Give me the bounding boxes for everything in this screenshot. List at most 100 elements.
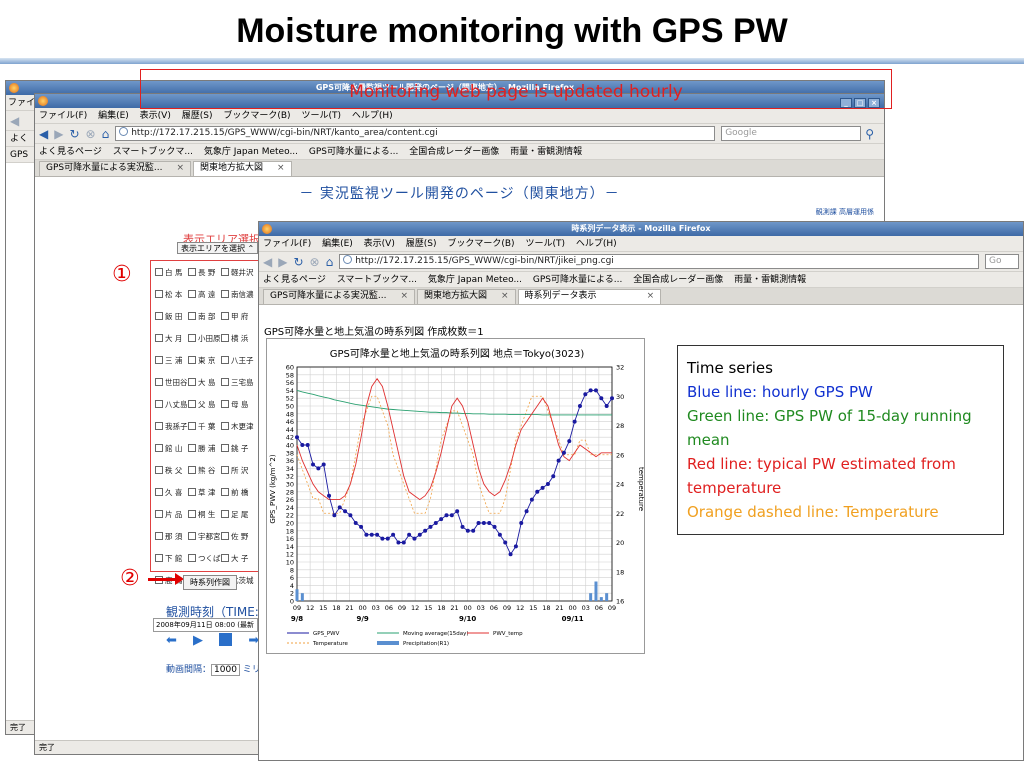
- menu-item[interactable]: ファイル(F): [39, 111, 87, 121]
- station-checkbox[interactable]: 千 葉: [188, 421, 221, 432]
- bookmark-item[interactable]: 雨量・雷観測情報: [510, 147, 582, 157]
- menu-item[interactable]: 編集(E): [322, 239, 353, 249]
- observation-time-select[interactable]: 2008年09月11日 08:00 (最新: [153, 618, 258, 632]
- station-checkbox[interactable]: 大 月: [155, 333, 188, 344]
- station-checkbox[interactable]: 軽井沢: [221, 267, 254, 278]
- station-checkbox[interactable]: 南 部: [188, 311, 221, 322]
- url-bar[interactable]: http://172.17.215.15/GPS_WWW/cgi-bin/NRT…: [115, 126, 716, 141]
- station-checkbox[interactable]: 松 本: [155, 289, 188, 300]
- station-checkbox[interactable]: 足 尾: [221, 509, 254, 520]
- station-checkbox[interactable]: 館 山: [155, 443, 188, 454]
- bookmark-item[interactable]: GPS可降水量による...: [533, 275, 622, 285]
- station-checkbox[interactable]: 勝 浦: [188, 443, 221, 454]
- station-checkbox[interactable]: 銚 子: [221, 443, 254, 454]
- station-checkbox[interactable]: 草 津: [188, 487, 221, 498]
- station-checkbox[interactable]: 前 橋: [221, 487, 254, 498]
- menu-item[interactable]: ヘルプ(H): [576, 239, 617, 249]
- station-checkbox[interactable]: 木更津: [221, 421, 254, 432]
- station-checkbox[interactable]: 秩 父: [155, 465, 188, 476]
- forward-arrow-icon[interactable]: ▶: [278, 255, 287, 269]
- menu-item[interactable]: ツール(T): [301, 111, 341, 121]
- station-checkbox[interactable]: 飯 田: [155, 311, 188, 322]
- bookmark-item[interactable]: 雨量・雷観測情報: [734, 275, 806, 285]
- tab-kanto[interactable]: 関東地方拡大図 ×: [192, 161, 292, 176]
- close-tab-icon[interactable]: ×: [400, 291, 408, 301]
- search-icon[interactable]: ⚲: [865, 127, 874, 141]
- back-arrow-icon[interactable]: ◀: [39, 127, 48, 141]
- station-checkbox[interactable]: 小田原: [188, 333, 221, 344]
- search-input[interactable]: Go: [985, 254, 1019, 269]
- station-checkbox[interactable]: 高 遠: [188, 289, 221, 300]
- stop-icon[interactable]: ⊗: [86, 127, 96, 141]
- forward-arrow-icon[interactable]: ▶: [54, 127, 63, 141]
- station-checkbox[interactable]: 所 沢: [221, 465, 254, 476]
- close-tab-icon[interactable]: ×: [501, 291, 509, 301]
- area-select-dropdown[interactable]: 表示エリアを選択 ⌃: [177, 242, 259, 254]
- station-checkbox[interactable]: 我孫子: [155, 421, 188, 432]
- close-tab-icon[interactable]: ×: [647, 291, 655, 301]
- back-arrow-icon[interactable]: ◀: [10, 114, 19, 128]
- close-tab-icon[interactable]: ×: [176, 163, 184, 173]
- reload-icon[interactable]: ↻: [69, 127, 79, 141]
- menu-item[interactable]: ブックマーク(B): [223, 111, 290, 121]
- front-window-titlebar[interactable]: 時系列データ表示 - Mozilla Firefox: [259, 222, 1023, 236]
- bookmark-item[interactable]: 気象庁 Japan Meteo...: [428, 275, 522, 285]
- menu-item[interactable]: 表示(V): [364, 239, 395, 249]
- bookmark-item[interactable]: よく見るページ: [263, 275, 326, 285]
- station-checkbox[interactable]: 大 島: [188, 377, 221, 388]
- station-checkbox[interactable]: 八丈島: [155, 399, 188, 410]
- bookmark-item[interactable]: スマートブックマ...: [337, 275, 417, 285]
- bookmark-item[interactable]: スマートブックマ...: [113, 147, 193, 157]
- station-checkbox[interactable]: つくば: [188, 553, 221, 564]
- menu-item[interactable]: 履歴(S): [406, 239, 437, 249]
- bookmark-item[interactable]: よく見るページ: [39, 147, 102, 157]
- station-checkbox[interactable]: 八王子: [221, 355, 254, 366]
- plot-timeseries-button[interactable]: 時系列作図: [183, 575, 237, 590]
- station-checkbox[interactable]: 父 島: [188, 399, 221, 410]
- tab-kanto[interactable]: 関東地方拡大図 ×: [416, 289, 516, 304]
- menu-item[interactable]: 表示(V): [140, 111, 171, 121]
- station-checkbox[interactable]: 横 浜: [221, 333, 254, 344]
- station-checkbox[interactable]: 下 館: [155, 553, 188, 564]
- station-checkbox[interactable]: 母 島: [221, 399, 254, 410]
- menu-item[interactable]: ツール(T): [525, 239, 565, 249]
- bookmark-item[interactable]: 全国合成レーダー画像: [633, 275, 723, 285]
- station-checkbox[interactable]: 久 喜: [155, 487, 188, 498]
- back-bookmark-fragment[interactable]: よく: [10, 134, 28, 144]
- bookmark-item[interactable]: GPS可降水量による...: [309, 147, 398, 157]
- bookmark-item[interactable]: 全国合成レーダー画像: [409, 147, 499, 157]
- stop-icon[interactable]: [219, 633, 233, 646]
- station-checkbox[interactable]: 三 浦: [155, 355, 188, 366]
- back-tab-fragment[interactable]: GPS: [10, 150, 28, 160]
- interval-input[interactable]: 1000: [211, 664, 240, 676]
- menu-item[interactable]: ヘルプ(H): [352, 111, 393, 121]
- tab-timeseries[interactable]: 時系列データ表示 ×: [517, 289, 662, 304]
- station-checkbox[interactable]: 甲 府: [221, 311, 254, 322]
- play-icon[interactable]: ▶: [193, 633, 203, 648]
- tab-realtime[interactable]: GPS可降水量による実況監... ×: [263, 289, 415, 304]
- station-checkbox[interactable]: 三宅島: [221, 377, 254, 388]
- stop-icon[interactable]: ⊗: [310, 255, 320, 269]
- tab-realtime[interactable]: GPS可降水量による実況監... ×: [39, 161, 191, 176]
- close-tab-icon[interactable]: ×: [277, 163, 285, 173]
- rewind-icon[interactable]: ⬅: [166, 633, 177, 648]
- station-checkbox[interactable]: 長 野: [188, 267, 221, 278]
- station-checkbox[interactable]: 片 品: [155, 509, 188, 520]
- menu-item[interactable]: 履歴(S): [182, 111, 213, 121]
- home-icon[interactable]: ⌂: [326, 255, 334, 269]
- station-checkbox[interactable]: 世田谷: [155, 377, 188, 388]
- menu-item[interactable]: 編集(E): [98, 111, 129, 121]
- station-checkbox[interactable]: 桐 生: [188, 509, 221, 520]
- station-checkbox[interactable]: 那 須: [155, 531, 188, 542]
- bookmark-item[interactable]: 気象庁 Japan Meteo...: [204, 147, 298, 157]
- station-checkbox[interactable]: 東 京: [188, 355, 221, 366]
- station-checkbox[interactable]: 宇都宮: [188, 531, 221, 542]
- search-input[interactable]: Google: [721, 126, 862, 141]
- station-checkbox[interactable]: 大 子: [221, 553, 254, 564]
- reload-icon[interactable]: ↻: [293, 255, 303, 269]
- station-checkbox[interactable]: 熊 谷: [188, 465, 221, 476]
- station-checkbox[interactable]: 白 馬: [155, 267, 188, 278]
- home-icon[interactable]: ⌂: [102, 127, 110, 141]
- station-checkbox[interactable]: 佐 野: [221, 531, 254, 542]
- menu-item[interactable]: ファイル(F): [263, 239, 311, 249]
